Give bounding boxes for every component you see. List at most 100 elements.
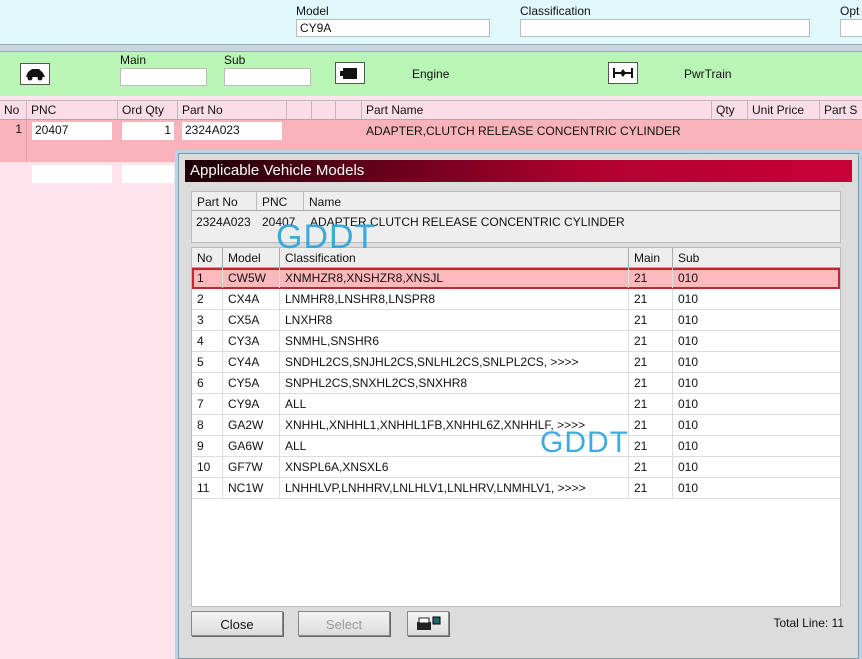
classification-input[interactable] — [520, 19, 810, 37]
cell-classification: SNPHL2CS,SNXHL2CS,SNXHR8 — [280, 373, 629, 393]
cell-model: CY3A — [223, 331, 280, 351]
col-pnc[interactable]: PNC — [27, 101, 118, 119]
model-row[interactable]: 10 GF7W XNSPL6A,XNSXL6 21 010 — [192, 457, 840, 478]
powertrain-icon[interactable] — [608, 62, 638, 84]
cell-main: 21 — [629, 436, 673, 456]
cell-model: NC1W — [223, 478, 280, 498]
classification-label: Classification — [520, 4, 591, 18]
cell-main: 21 — [629, 310, 673, 330]
cell-main: 21 — [629, 478, 673, 498]
pnc-field[interactable]: 20407 — [32, 122, 112, 140]
model-header: Model CY9A Classification Opt — [0, 0, 862, 44]
cell-classification: SNMHL,SNSHR6 — [280, 331, 629, 351]
col-blank-3[interactable] — [336, 101, 362, 119]
filter-bar: Main Sub Engine PwrTrain — [0, 52, 862, 96]
opt-label: Opt — [840, 4, 860, 18]
model-row[interactable]: 9 GA6W ALL 21 010 — [192, 436, 840, 457]
cell-no: 1 — [192, 268, 223, 288]
col-sub[interactable]: Sub — [673, 248, 840, 267]
main-input[interactable] — [120, 68, 207, 86]
cell-no: 3 — [192, 310, 223, 330]
col-no[interactable]: No — [192, 248, 223, 267]
cell-no: 10 — [192, 457, 223, 477]
watermark: GDDT — [276, 218, 377, 256]
model-row[interactable]: 6 CY5A SNPHL2CS,SNXHL2CS,SNXHR8 21 010 — [192, 373, 840, 394]
cell-no: 8 — [192, 415, 223, 435]
cell-main: 21 — [629, 289, 673, 309]
models-table: No Model Classification Main Sub 1 CW5W XN… — [191, 247, 841, 607]
cell-sub: 010 — [678, 439, 699, 453]
col-blank-2[interactable] — [312, 101, 336, 119]
model-row[interactable]: 8 GA2W XNHHL,XNHHL1,XNHHL1FB,XNHHL6Z,XNHHL… — [192, 415, 840, 436]
pwrtrain-label: PwrTrain — [684, 67, 732, 81]
cell-model: CY9A — [223, 394, 280, 414]
cell-sub: 010 — [678, 292, 699, 306]
col-unit-price[interactable]: Unit Price — [748, 101, 820, 119]
engine-icon[interactable] — [335, 62, 365, 84]
part-no-field[interactable]: 2324A023 — [182, 122, 282, 140]
main-label: Main — [120, 53, 147, 67]
close-button[interactable]: Close — [191, 611, 283, 636]
opt-input[interactable] — [840, 19, 862, 37]
model-input[interactable]: CY9A — [296, 19, 490, 37]
model-row[interactable]: 5 CY4A SNDHL2CS,SNJHL2CS,SNLHL2CS,SNLPL2CS… — [192, 352, 840, 373]
car-icon[interactable] — [20, 63, 50, 85]
col-no[interactable]: No — [0, 101, 27, 119]
row-no: 1 — [0, 120, 27, 162]
col-model[interactable]: Model — [223, 248, 280, 267]
cell-model: GF7W — [223, 457, 280, 477]
cell-no: 5 — [192, 352, 223, 372]
info-col-pnc: PNC — [257, 192, 304, 210]
info-col-name: Name — [309, 195, 342, 209]
cell-sub: 010 — [678, 397, 699, 411]
cell-classification: SNDHL2CS,SNJHL2CS,SNLHL2CS,SNLPL2CS, >>>… — [280, 352, 629, 372]
cell-sub: 010 — [678, 376, 699, 390]
cell-sub: 010 — [678, 481, 699, 495]
cell-model: CW5W — [223, 268, 280, 288]
model-row[interactable]: 4 CY3A SNMHL,SNSHR6 21 010 — [192, 331, 840, 352]
cell-sub: 010 — [678, 460, 699, 474]
col-main[interactable]: Main — [629, 248, 673, 267]
col-part-name[interactable]: Part Name — [362, 101, 712, 119]
ord-qty-field-empty[interactable] — [122, 165, 174, 183]
col-blank-1[interactable] — [287, 101, 312, 119]
printer-icon — [415, 616, 441, 636]
model-row[interactable]: 7 CY9A ALL 21 010 — [192, 394, 840, 415]
select-button[interactable]: Select — [298, 611, 390, 636]
cell-no: 7 — [192, 394, 223, 414]
model-row[interactable]: 11 NC1W LNHHLVP,LNHHRV,LNLHLV1,LNLHRV,LNMH… — [192, 478, 840, 499]
cell-main: 21 — [629, 415, 673, 435]
cell-classification: LNXHR8 — [280, 310, 629, 330]
cell-no: 6 — [192, 373, 223, 393]
cell-sub: 010 — [678, 313, 699, 327]
model-row[interactable]: 2 CX4A LNMHR8,LNSHR8,LNSPR8 21 010 — [192, 289, 840, 310]
cell-model: CX5A — [223, 310, 280, 330]
pnc-field-empty[interactable] — [32, 165, 112, 183]
model-row[interactable]: 3 CX5A LNXHR8 21 010 — [192, 310, 840, 331]
cell-no: 4 — [192, 331, 223, 351]
cell-no: 2 — [192, 289, 223, 309]
cell-no: 11 — [192, 478, 223, 498]
cell-main: 21 — [629, 394, 673, 414]
col-part-s[interactable]: Part S — [820, 101, 862, 119]
ord-qty-field[interactable]: 1 — [122, 122, 174, 140]
col-part-no[interactable]: Part No — [178, 101, 287, 119]
cell-main: 21 — [629, 373, 673, 393]
grid-header: No PNC Ord Qty Part No Part Name Qty Uni… — [0, 100, 862, 120]
model-row[interactable]: 1 CW5W XNMHZR8,XNSHZR8,XNSJL 21 010 — [192, 268, 840, 289]
info-col-part-no: Part No — [192, 192, 257, 210]
info-header: Part No PNC Name — [192, 192, 840, 211]
cell-classification: LNHHLVP,LNHHRV,LNLHLV1,LNLHRV,LNMHLV1, >… — [280, 478, 629, 498]
cell-main: 21 — [629, 331, 673, 351]
cell-model: CY5A — [223, 373, 280, 393]
sub-input[interactable] — [224, 68, 311, 86]
col-ord-qty[interactable]: Ord Qty — [118, 101, 178, 119]
cell-sub: 010 — [678, 334, 699, 348]
print-button[interactable] — [407, 611, 449, 636]
col-qty[interactable]: Qty — [712, 101, 748, 119]
cell-model: GA2W — [223, 415, 280, 435]
cell-main: 21 — [629, 352, 673, 372]
cell-main: 21 — [629, 268, 673, 288]
total-line: Total Line: 11 — [773, 616, 845, 630]
sub-label: Sub — [224, 53, 246, 67]
